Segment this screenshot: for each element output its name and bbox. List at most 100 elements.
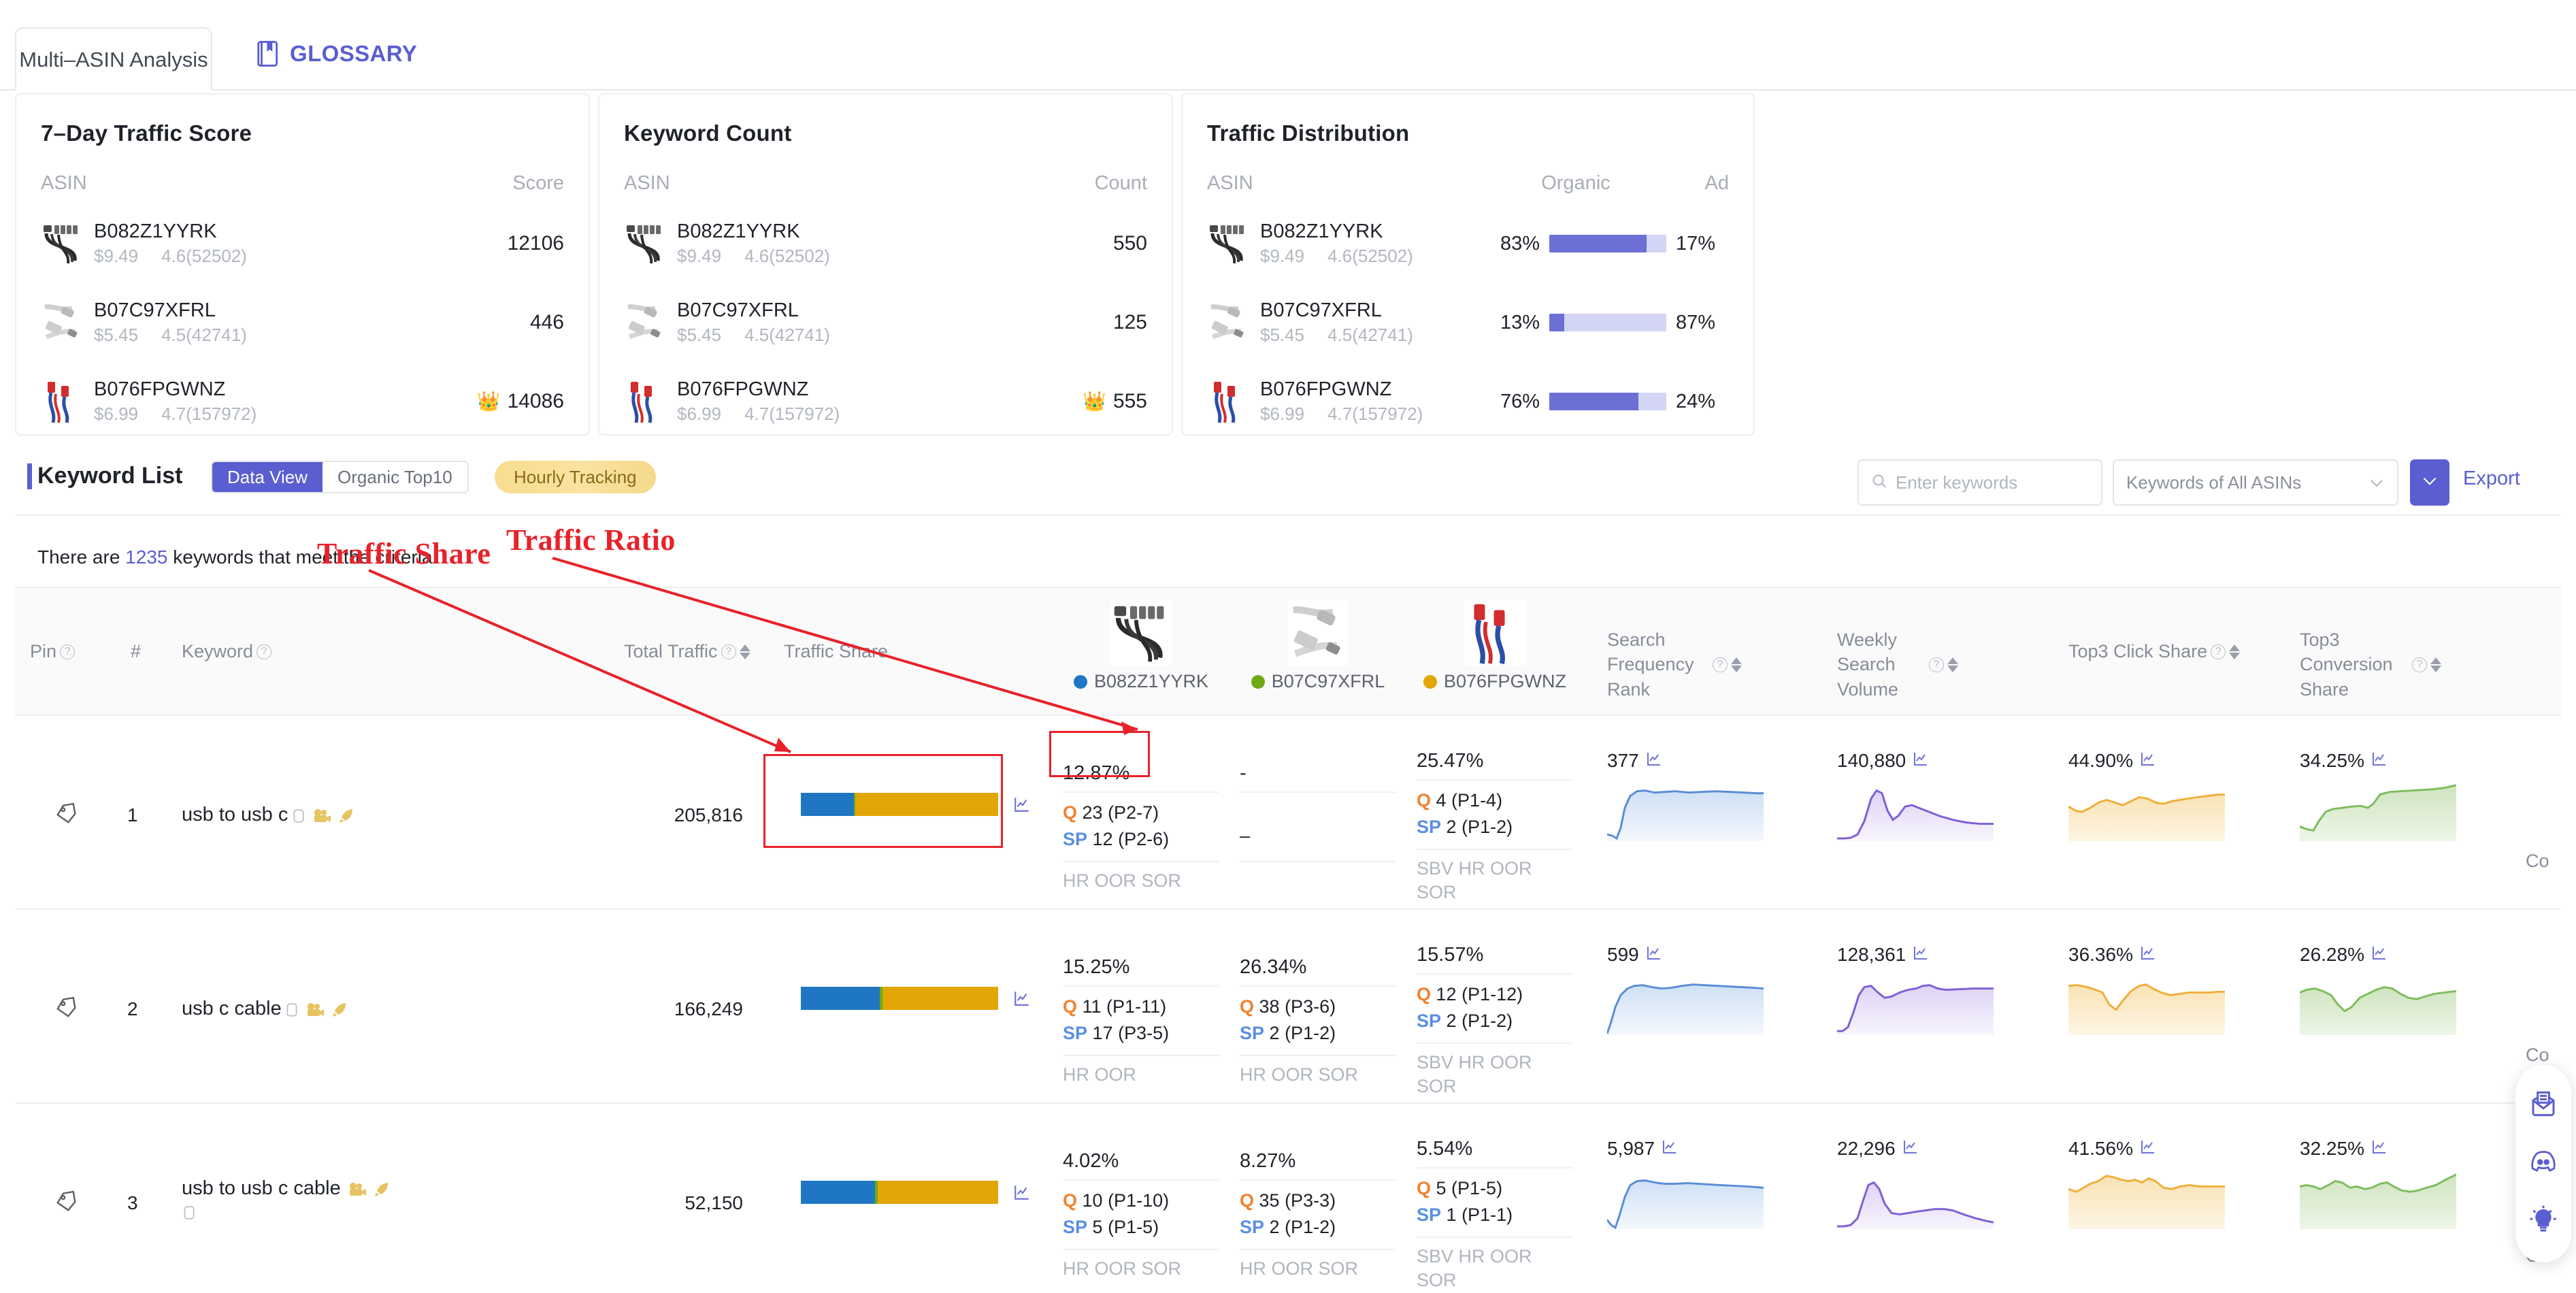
- asin-meta: B076FPGWNZ $6.99 4.7(157972): [94, 377, 477, 425]
- sp-label: SP: [1417, 1011, 1442, 1032]
- export-button[interactable]: Export: [2463, 468, 2520, 490]
- trend-chart-icon[interactable]: [2140, 750, 2156, 772]
- video-camera-icon[interactable]: [312, 807, 331, 828]
- row-asin-cell-2: 26.34% Q 38 (P3-6) SP 2 (P1-2) HR OOR SO…: [1240, 956, 1396, 1087]
- card-asin-row[interactable]: B076FPGWNZ $6.99 4.7(157972) 👑 555: [624, 372, 1147, 431]
- copy-icon[interactable]: [291, 808, 306, 828]
- th-keyword[interactable]: Keyword ?: [182, 641, 272, 662]
- organic-ad-bar: [1549, 393, 1666, 410]
- metric-value: 32.25%: [2300, 1138, 2364, 1159]
- sort-icon[interactable]: [739, 644, 750, 659]
- table-row[interactable]: 1 usb to usb c 205,816 12.87% Q 23 (P2-7…: [15, 716, 2561, 910]
- cell-divider: [1417, 849, 1573, 851]
- card-asin-row[interactable]: B07C97XFRL $5.45 4.5(42741) 13% 87%: [1207, 293, 1729, 353]
- sp-value: 12 (P2-6): [1092, 829, 1170, 850]
- mail-icon[interactable]: [2528, 1090, 2558, 1121]
- row-keyword-cell[interactable]: usb c cable: [182, 996, 427, 1022]
- th-pin[interactable]: Pin ?: [30, 641, 76, 662]
- tab-data-view[interactable]: Data View: [212, 462, 323, 492]
- copy-icon[interactable]: [284, 1002, 299, 1021]
- asin-subinfo: $9.49 4.6(52502): [677, 244, 1113, 268]
- tab-organic-top10[interactable]: Organic Top10: [323, 462, 467, 492]
- trend-chart-icon[interactable]: [1662, 1138, 1678, 1160]
- tab-multi-asin-analysis[interactable]: Multi–ASIN Analysis: [15, 27, 212, 91]
- pin-tag-icon[interactable]: [54, 1189, 79, 1217]
- card-asin-row[interactable]: B07C97XFRL $5.45 4.5(42741) 446: [41, 293, 564, 353]
- asin-column-label: B07C97XFRL: [1240, 671, 1396, 692]
- card-asin-row[interactable]: B076FPGWNZ $6.99 4.7(157972) 👑 14086: [41, 372, 564, 431]
- th-t3cvs-label: Top3 Conversion Share: [2300, 629, 2393, 700]
- pin-tag-icon[interactable]: [54, 801, 79, 829]
- asin-traffic-ratio: -: [1240, 762, 1246, 784]
- row-keyword-cell[interactable]: usb to usb c: [182, 802, 427, 828]
- keyword-search-box[interactable]: [1857, 459, 2102, 506]
- distribution-bar-group: 13% 87%: [1487, 312, 1729, 334]
- th-asin-column-2[interactable]: B07C97XFRL: [1240, 600, 1396, 692]
- card-asin-row[interactable]: B082Z1YYRK $9.49 4.6(52502) 12106: [41, 214, 564, 274]
- sp-value: 5 (P1-5): [1092, 1217, 1159, 1238]
- card-asin-row[interactable]: B082Z1YYRK $9.49 4.6(52502) 83% 17%: [1207, 214, 1729, 274]
- help-icon[interactable]: ?: [1929, 657, 1944, 672]
- card-asin-row[interactable]: B076FPGWNZ $6.99 4.7(157972) 76% 24%: [1207, 372, 1729, 431]
- th-asin-column-1[interactable]: B082Z1YYRK: [1063, 600, 1219, 692]
- th-weekly-search-volume[interactable]: Weekly Search Volume ?: [1837, 627, 2007, 702]
- trend-chart-icon[interactable]: [1913, 944, 1929, 966]
- th-total-traffic[interactable]: Total Traffic ?: [624, 641, 750, 662]
- sort-icon[interactable]: [2229, 644, 2241, 659]
- th-top3-conversion-share[interactable]: Top3 Conversion Share ?: [2300, 627, 2477, 702]
- rocket-icon[interactable]: [373, 1181, 391, 1202]
- trend-chart-icon[interactable]: [1902, 1138, 1919, 1160]
- help-icon[interactable]: ?: [60, 644, 76, 659]
- trend-chart-icon[interactable]: [1013, 796, 1031, 813]
- rocket-icon[interactable]: [331, 1001, 348, 1022]
- q-label: Q: [1417, 790, 1432, 811]
- card-column-headers: ASIN Score: [41, 172, 564, 195]
- help-icon[interactable]: ?: [1713, 657, 1728, 672]
- table-row[interactable]: 3 usb to usb c cable 52,150 4.02% Q 10 (…: [15, 1104, 2561, 1293]
- card-title: 7–Day Traffic Score: [41, 120, 252, 146]
- help-icon[interactable]: ?: [2211, 644, 2226, 659]
- expand-filters-button[interactable]: [2410, 459, 2449, 506]
- th-search-frequency-rank[interactable]: Search Frequency Rank ?: [1607, 627, 1764, 702]
- trend-chart-icon[interactable]: [1913, 750, 1929, 772]
- discord-icon[interactable]: [2528, 1149, 2558, 1177]
- sort-icon[interactable]: [2430, 657, 2441, 672]
- sort-icon[interactable]: [1947, 657, 1958, 672]
- q-label: Q: [1063, 996, 1078, 1017]
- video-camera-icon[interactable]: [348, 1181, 367, 1202]
- copy-icon[interactable]: [182, 1206, 197, 1224]
- asin-filter-select[interactable]: Keywords of All ASINs: [2113, 459, 2398, 506]
- trend-chart-icon[interactable]: [2140, 1138, 2156, 1160]
- q-label: Q: [1240, 1190, 1255, 1211]
- organic-rank: Q 38 (P3-6): [1240, 994, 1396, 1020]
- glossary-link[interactable]: GLOSSARY: [255, 39, 417, 68]
- card-asin-row[interactable]: B07C97XFRL $5.45 4.5(42741) 125: [624, 293, 1147, 353]
- card-asin-row[interactable]: B082Z1YYRK $9.49 4.6(52502) 550: [624, 214, 1147, 274]
- trend-chart-icon[interactable]: [2140, 944, 2156, 966]
- row-keyword-cell[interactable]: usb to usb c cable: [182, 1175, 433, 1224]
- search-input[interactable]: [1896, 472, 2089, 493]
- th-top3-click-share[interactable]: Top3 Click Share ?: [2068, 641, 2241, 662]
- th-asin-column-3[interactable]: B076FPGWNZ: [1417, 600, 1573, 692]
- pin-tag-icon[interactable]: [54, 995, 79, 1023]
- table-row[interactable]: 2 usb c cable 166,249 15.25% Q 11 (P1-11…: [15, 910, 2561, 1104]
- rocket-icon[interactable]: [337, 807, 355, 828]
- trend-chart-icon[interactable]: [2371, 750, 2388, 772]
- sp-value: 2 (P1-2): [1269, 1023, 1336, 1044]
- traffic-share-bar: [801, 987, 998, 1010]
- help-icon[interactable]: ?: [2412, 657, 2427, 672]
- video-camera-icon[interactable]: [306, 1001, 325, 1022]
- trend-chart-icon[interactable]: [1646, 944, 1662, 966]
- trend-chart-icon[interactable]: [1013, 1183, 1031, 1201]
- asin-subinfo: $9.49 4.6(52502): [94, 244, 508, 268]
- help-icon[interactable]: ?: [257, 644, 272, 659]
- sort-icon[interactable]: [1731, 657, 1742, 672]
- card-7day-traffic-score: 7–Day Traffic Score ASIN Score B082Z1YYR…: [15, 93, 590, 436]
- trend-chart-icon[interactable]: [1646, 750, 1662, 772]
- hourly-tracking-button[interactable]: Hourly Tracking: [495, 461, 656, 493]
- trend-chart-icon[interactable]: [1013, 989, 1031, 1007]
- trend-chart-icon[interactable]: [2371, 944, 2388, 966]
- help-icon[interactable]: ?: [721, 644, 736, 659]
- trend-chart-icon[interactable]: [2371, 1138, 2388, 1160]
- lightbulb-icon[interactable]: [2528, 1205, 2558, 1238]
